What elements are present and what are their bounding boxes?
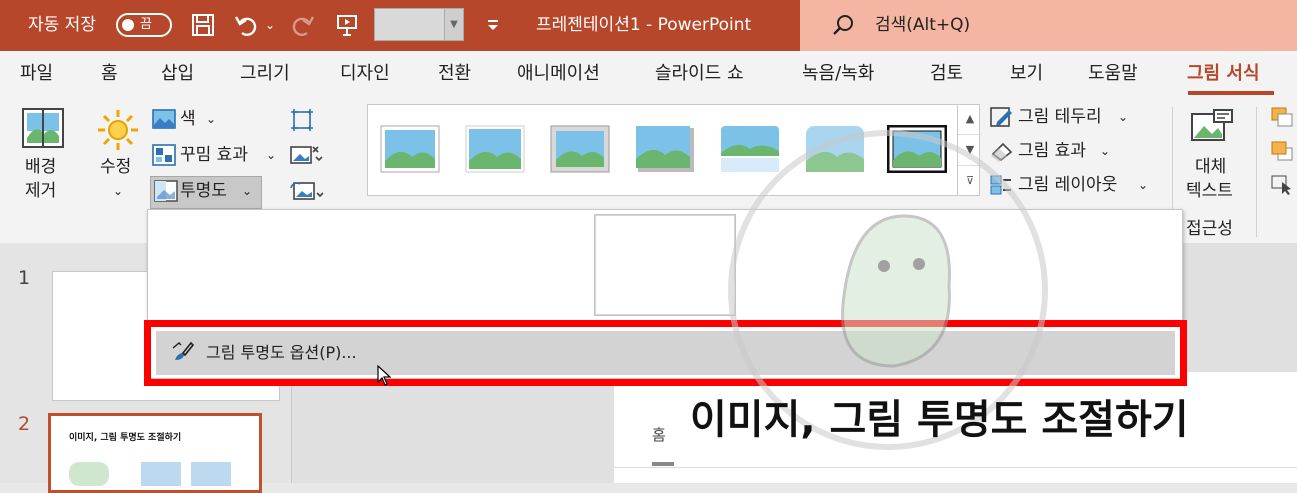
autosave-state: 끔 xyxy=(140,17,152,32)
picture-border-icon[interactable] xyxy=(989,106,1013,128)
selection-pane-icon[interactable] xyxy=(1270,174,1294,196)
document-title: 프레젠테이션1 - PowerPoint xyxy=(536,15,752,35)
picture-style-thumb[interactable] xyxy=(465,125,525,173)
slide-divider xyxy=(614,467,1297,468)
autosave-toggle[interactable]: 끔 xyxy=(116,13,172,37)
undo-icon[interactable] xyxy=(232,10,262,40)
search-box[interactable]: 검색(Alt+Q) xyxy=(800,0,1297,51)
present-from-start-icon[interactable] xyxy=(332,10,362,40)
slide-nav-label[interactable]: 홈 xyxy=(652,424,666,445)
tab-transitions[interactable]: 전환 xyxy=(438,51,471,97)
bring-forward-icon[interactable] xyxy=(1270,106,1294,128)
chevron-down-icon[interactable]: ▼ xyxy=(444,9,463,40)
change-picture-icon[interactable] xyxy=(290,144,324,168)
remove-background-label-2[interactable]: 제거 xyxy=(25,180,56,202)
search-placeholder: 검색(Alt+Q) xyxy=(875,15,971,35)
transparency-preset-0[interactable] xyxy=(152,214,292,314)
tab-animations[interactable]: 애니메이션 xyxy=(517,51,600,97)
picture-layout-chevron-icon[interactable]: ⌄ xyxy=(1138,174,1148,196)
corrections-sun-icon[interactable] xyxy=(96,108,140,152)
picture-border-chevron-icon[interactable]: ⌄ xyxy=(1118,106,1128,128)
mouse-cursor-icon xyxy=(376,364,392,388)
corrections-chevron-icon[interactable]: ⌄ xyxy=(113,180,123,202)
tab-review[interactable]: 검토 xyxy=(930,51,963,97)
save-icon[interactable] xyxy=(188,10,218,40)
accessibility-group-label: 접근성 xyxy=(1186,219,1233,239)
send-backward-icon[interactable] xyxy=(1270,140,1294,162)
transparency-chevron-icon[interactable]: ⌄ xyxy=(242,180,252,202)
transparency-preset-95[interactable] xyxy=(1036,214,1176,314)
picture-border-label[interactable]: 그림 테두리 xyxy=(1018,106,1102,128)
thumbnail-image xyxy=(191,462,231,486)
picture-effects-chevron-icon[interactable]: ⌄ xyxy=(1100,140,1110,162)
artistic-effects-label[interactable]: 꾸밈 효과 xyxy=(180,144,248,166)
autosave-label: 자동 저장 xyxy=(28,15,96,35)
tab-draw[interactable]: 그리기 xyxy=(240,51,290,97)
overlay-title: 이미지, 그림 투명도 조절하기 xyxy=(690,397,1189,443)
color-chevron-icon[interactable]: ⌄ xyxy=(206,108,216,130)
transparency-preset-30[interactable] xyxy=(446,214,586,314)
slide-number: 1 xyxy=(18,267,31,289)
artistic-effects-chevron-icon[interactable]: ⌄ xyxy=(266,144,276,166)
thumbnail-image xyxy=(141,462,181,486)
alt-text-label-1[interactable]: 대체 xyxy=(1195,156,1226,178)
slide-nav-underline xyxy=(652,462,674,466)
picture-style-thumb[interactable] xyxy=(635,125,695,173)
undo-dropdown-icon[interactable]: ⌄ xyxy=(261,10,279,40)
active-tab-indicator xyxy=(1188,91,1274,95)
slide-thumbnail-title: 이미지, 그림 투명도 조절하기 xyxy=(69,433,182,443)
gallery-scroll-up-icon[interactable]: ▲ xyxy=(958,104,982,135)
quick-access-combo[interactable]: ▼ xyxy=(374,8,464,41)
color-label[interactable]: 색 xyxy=(180,108,196,130)
picture-style-thumb[interactable] xyxy=(550,125,610,173)
compress-pictures-icon[interactable] xyxy=(290,108,314,132)
remove-background-icon[interactable] xyxy=(22,108,64,148)
slide-thumbnail-2[interactable]: 이미지, 그림 투명도 조절하기 xyxy=(48,413,262,493)
customize-toolbar-icon[interactable] xyxy=(478,10,508,40)
reset-picture-icon[interactable] xyxy=(290,180,324,204)
tab-help[interactable]: 도움말 xyxy=(1088,51,1138,97)
thumbnail-image xyxy=(69,462,109,486)
tab-file[interactable]: 파일 xyxy=(20,51,53,97)
remove-background-label-1[interactable]: 배경 xyxy=(25,156,56,178)
alt-text-label-2[interactable]: 텍스트 xyxy=(1186,180,1233,202)
alt-text-icon[interactable] xyxy=(1190,108,1234,148)
tab-record[interactable]: 녹음/녹화 xyxy=(802,51,874,97)
tab-design[interactable]: 디자인 xyxy=(340,51,390,97)
slide-number: 2 xyxy=(18,413,31,435)
transparency-preset-50[interactable] xyxy=(594,214,736,316)
color-icon[interactable] xyxy=(152,108,176,130)
title-bar: 자동 저장 끔 ⌄ ▼ 프레젠테이션1 - PowerPoint 검색(Alt+… xyxy=(0,0,1297,51)
picture-style-thumb[interactable] xyxy=(380,125,440,173)
transparency-label[interactable]: 투명도 xyxy=(180,180,227,202)
corrections-label[interactable]: 수정 xyxy=(100,156,131,178)
tab-slideshow[interactable]: 슬라이드 쇼 xyxy=(655,51,744,97)
artistic-effects-icon[interactable] xyxy=(152,144,176,166)
toggle-knob xyxy=(122,19,134,31)
redo-icon[interactable] xyxy=(287,10,317,40)
ribbon-separator xyxy=(1256,107,1257,237)
transparency-icon[interactable] xyxy=(154,180,178,202)
transparency-preset-15[interactable] xyxy=(298,214,438,314)
tab-home[interactable]: 홈 xyxy=(101,51,118,97)
tab-insert[interactable]: 삽입 xyxy=(161,51,194,97)
ribbon-tabs: 파일 홈 삽입 그리기 디자인 전환 애니메이션 슬라이드 쇼 녹음/녹화 검토… xyxy=(0,51,1297,97)
tab-view[interactable]: 보기 xyxy=(1010,51,1043,97)
search-icon xyxy=(830,12,856,38)
